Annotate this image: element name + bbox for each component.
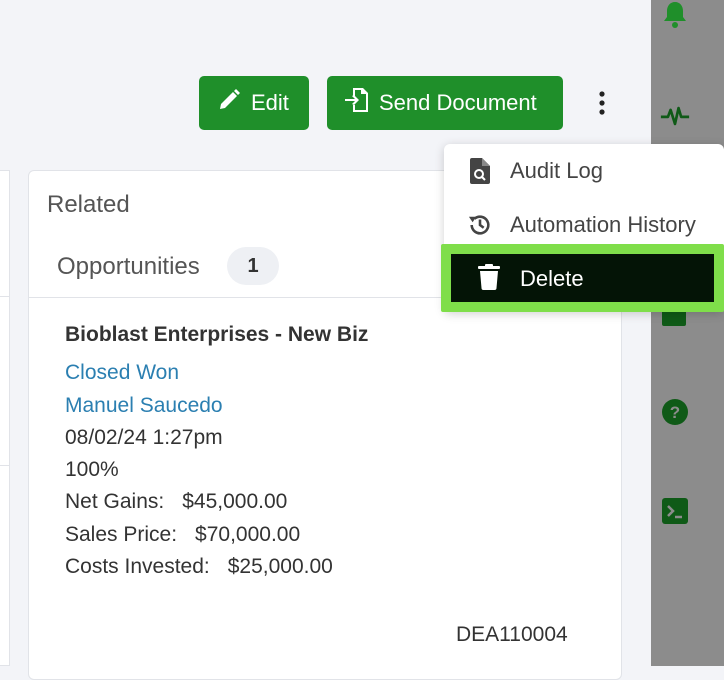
costs-invested-label: Costs Invested: [65,555,210,579]
file-search-icon [468,158,492,184]
menu-item-delete[interactable]: Delete [441,244,724,312]
sales-price-row: Sales Price: $70,000.00 [65,519,368,551]
left-card-edge [0,170,10,666]
trash-icon [477,264,501,290]
delete-highlight: Delete [451,254,714,302]
terminal-icon[interactable] [660,496,690,526]
pencil-icon [217,88,241,118]
file-import-icon [345,87,369,119]
opportunity-owner-link[interactable]: Manuel Saucedo [65,390,368,422]
opportunities-count-badge: 1 [227,247,279,285]
send-document-button[interactable]: Send Document [327,76,563,130]
help-icon[interactable]: ? [660,397,690,427]
history-icon [468,212,492,238]
menu-item-audit-log[interactable]: Audit Log [444,144,724,198]
more-options-icon[interactable] [591,88,613,118]
sales-price-label: Sales Price: [65,522,178,546]
costs-invested-row: Costs Invested: $25,000.00 [65,551,368,583]
costs-invested-value: $25,000.00 [227,555,333,579]
rail-square-icon[interactable] [662,310,686,326]
divider [0,296,10,297]
opportunity-item: Bioblast Enterprises - New Biz Closed Wo… [65,319,368,583]
divider [0,465,10,466]
menu-label: Delete [520,266,584,291]
send-document-label: Send Document [379,90,537,115]
tab-opportunities[interactable]: Opportunities [57,253,200,281]
opportunity-name[interactable]: Bioblast Enterprises - New Biz [65,319,368,351]
menu-label: Audit Log [510,158,603,183]
more-options-menu: Audit Log Automation History Delete [441,144,724,312]
related-title: Related [47,191,130,218]
edit-button[interactable]: Edit [199,76,309,130]
opportunity-datetime: 08/02/24 1:27pm [65,425,223,449]
sales-price-value: $70,000.00 [195,522,301,546]
bell-icon[interactable] [660,0,690,30]
right-rail [651,0,724,666]
opportunity-probability: 100% [65,458,119,482]
menu-label: Automation History [510,212,696,237]
record-id: DEA110004 [456,623,568,646]
svg-text:?: ? [670,403,680,422]
net-gains-value: $45,000.00 [182,490,288,514]
opportunity-stage-link[interactable]: Closed Won [65,357,368,389]
net-gains-row: Net Gains: $45,000.00 [65,486,368,518]
net-gains-label: Net Gains: [65,490,165,514]
activity-icon[interactable] [660,101,690,131]
edit-label: Edit [251,90,289,115]
